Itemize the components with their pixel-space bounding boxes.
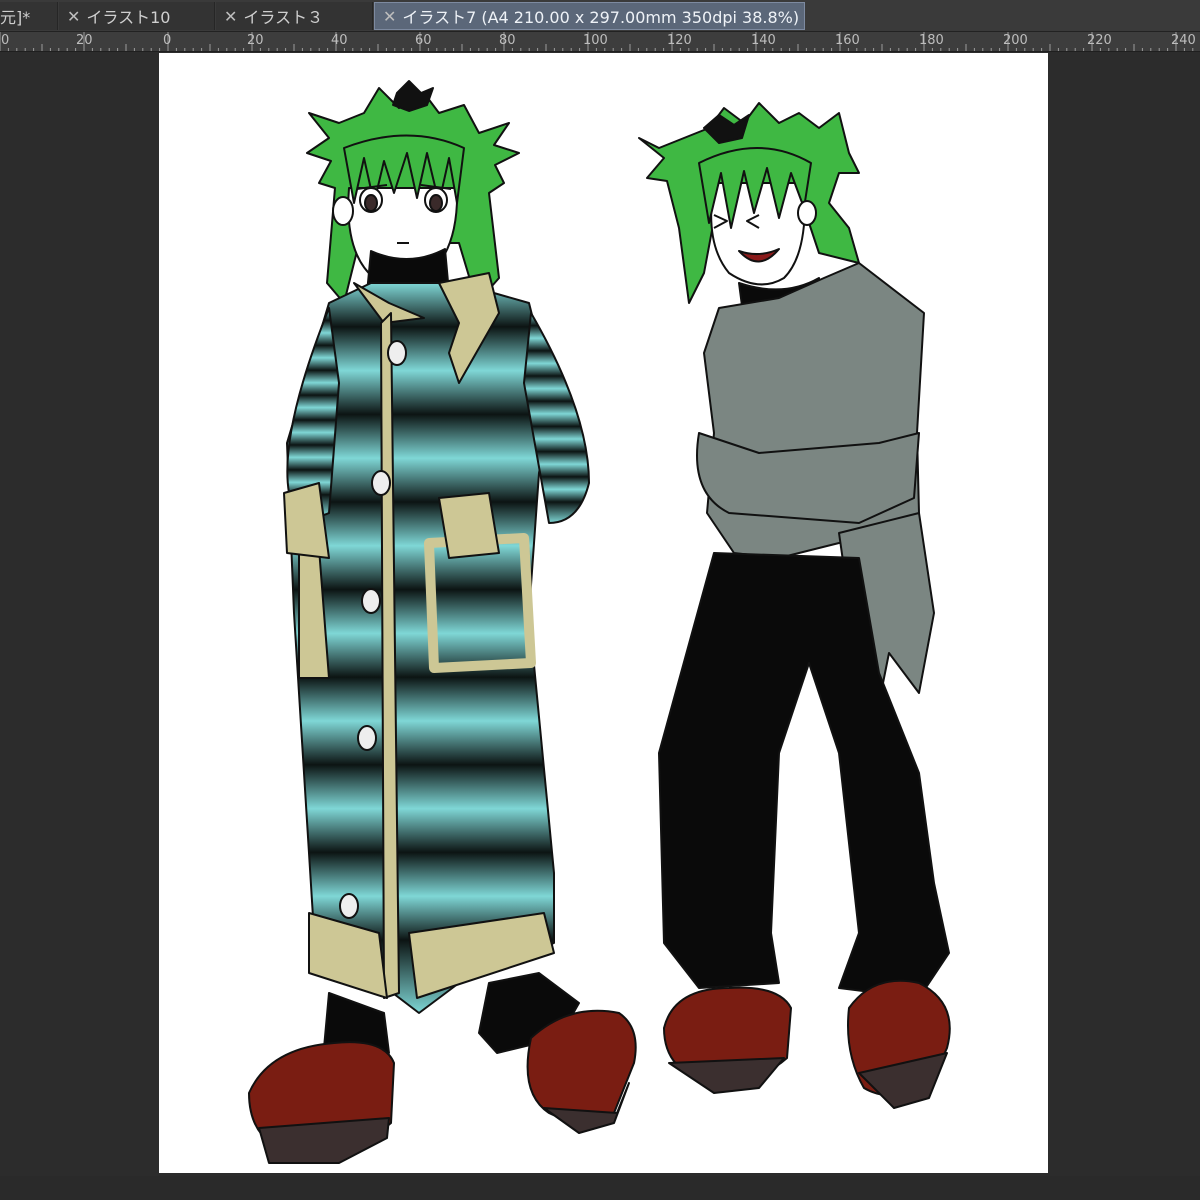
workspace[interactable] xyxy=(0,53,1200,1200)
ruler-label: 20 xyxy=(76,33,93,48)
tab-illust-10[interactable]: ✕ イラスト10 xyxy=(59,2,215,30)
horizontal-scrollbar[interactable] xyxy=(0,1176,1200,1200)
horizontal-ruler: 0 20 0 20 40 60 80 100 120 140 160 180 2… xyxy=(0,32,1200,52)
ruler-label: 240 xyxy=(1171,33,1196,48)
close-icon[interactable]: ✕ xyxy=(224,7,237,26)
ruler-label: 20 xyxy=(247,33,264,48)
tab-illust-3[interactable]: ✕ イラスト３ xyxy=(216,2,373,30)
ruler-label: 180 xyxy=(919,33,944,48)
ruler-label: 60 xyxy=(415,33,432,48)
ruler-label: 160 xyxy=(835,33,860,48)
document-tab-bar: 元]* ✕ イラスト10 ✕ イラスト３ ✕ イラスト7 (A4 210.00 … xyxy=(0,0,1200,32)
ruler-label: 0 xyxy=(163,33,172,48)
tab-label: イラスト7 (A4 210.00 x 297.00mm 350dpi 38.8%… xyxy=(402,8,800,27)
ruler-label: 200 xyxy=(1003,33,1028,48)
ruler-label: 100 xyxy=(583,33,608,48)
right-character xyxy=(638,102,951,1109)
tab-label: イラスト10 xyxy=(86,8,171,27)
left-character xyxy=(248,80,637,1164)
ruler-label: 40 xyxy=(331,33,348,48)
tab-label: 元]* xyxy=(0,8,31,27)
close-icon[interactable]: ✕ xyxy=(383,7,396,26)
ruler-label: 120 xyxy=(667,33,692,48)
close-icon[interactable]: ✕ xyxy=(67,7,80,26)
tab-illust-7-active[interactable]: ✕ イラスト7 (A4 210.00 x 297.00mm 350dpi 38.… xyxy=(374,2,805,30)
drawing-canvas[interactable] xyxy=(159,53,1048,1173)
ruler-label: 140 xyxy=(751,33,776,48)
illustration-artwork xyxy=(248,80,951,1164)
ruler-label: 0 xyxy=(1,33,10,48)
tab-document-prev[interactable]: 元]* xyxy=(0,2,58,30)
tab-label: イラスト３ xyxy=(243,8,324,27)
ruler-label: 80 xyxy=(499,33,516,48)
ruler-label: 220 xyxy=(1087,33,1112,48)
